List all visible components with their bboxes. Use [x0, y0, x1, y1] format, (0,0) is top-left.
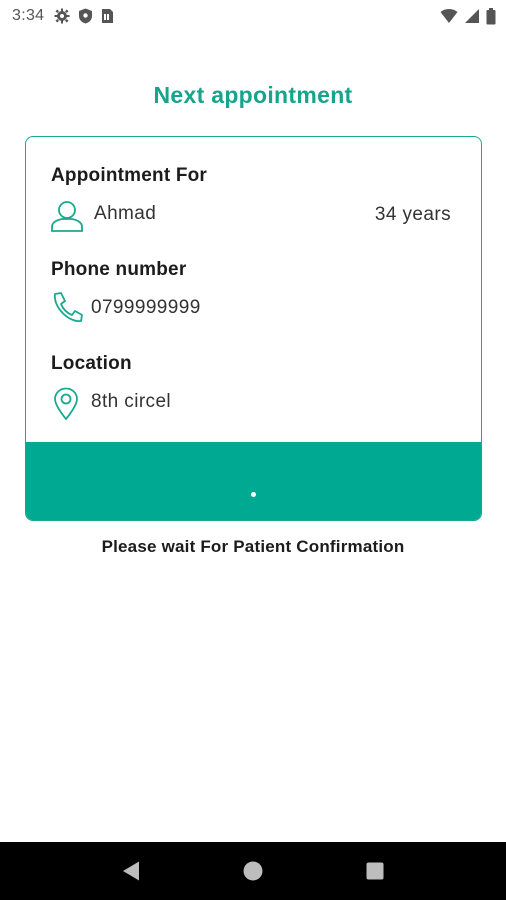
sim-card-icon: [101, 8, 114, 24]
patient-name: Ahmad: [94, 203, 157, 224]
wifi-icon: [440, 8, 458, 24]
page-title: Next appointment: [153, 82, 353, 108]
location-value[interactable]: 8th circel: [91, 391, 171, 413]
loading-bar: [26, 442, 481, 520]
status-bar: 3:34: [0, 0, 506, 32]
appointment-card-body: Appointment For Ahmad 34 years Phone num…: [26, 137, 481, 444]
shield-icon: [78, 8, 93, 24]
cellular-signal-icon: [464, 8, 480, 24]
recents-icon[interactable]: [355, 851, 395, 891]
back-icon[interactable]: [111, 851, 151, 891]
phone-number-value[interactable]: 0799999999: [91, 297, 201, 319]
phone-icon[interactable]: [50, 291, 84, 330]
battery-icon: [486, 7, 496, 25]
loading-indicator: [251, 491, 256, 497]
gear-icon: [54, 8, 70, 24]
wait-message: Please wait For Patient Confirmation: [101, 537, 405, 556]
navigation-bar: [0, 842, 506, 900]
screen: 3:34 Next appointment Appointment For Ah…: [0, 0, 506, 900]
status-time: 3:34: [12, 7, 45, 24]
phone-number-label: Phone number: [51, 259, 187, 280]
location-label: Location: [51, 353, 132, 374]
appointment-card: Appointment For Ahmad 34 years Phone num…: [25, 136, 482, 521]
patient-age: 34 years: [374, 204, 451, 225]
appointment-for-label: Appointment For: [51, 165, 208, 186]
home-icon[interactable]: [233, 851, 273, 891]
status-system-icons: [440, 7, 496, 25]
status-notification-icons: [54, 8, 114, 24]
location-pin-icon[interactable]: [53, 387, 79, 426]
person-icon: [50, 199, 84, 238]
status-left: 3:34: [12, 7, 114, 25]
